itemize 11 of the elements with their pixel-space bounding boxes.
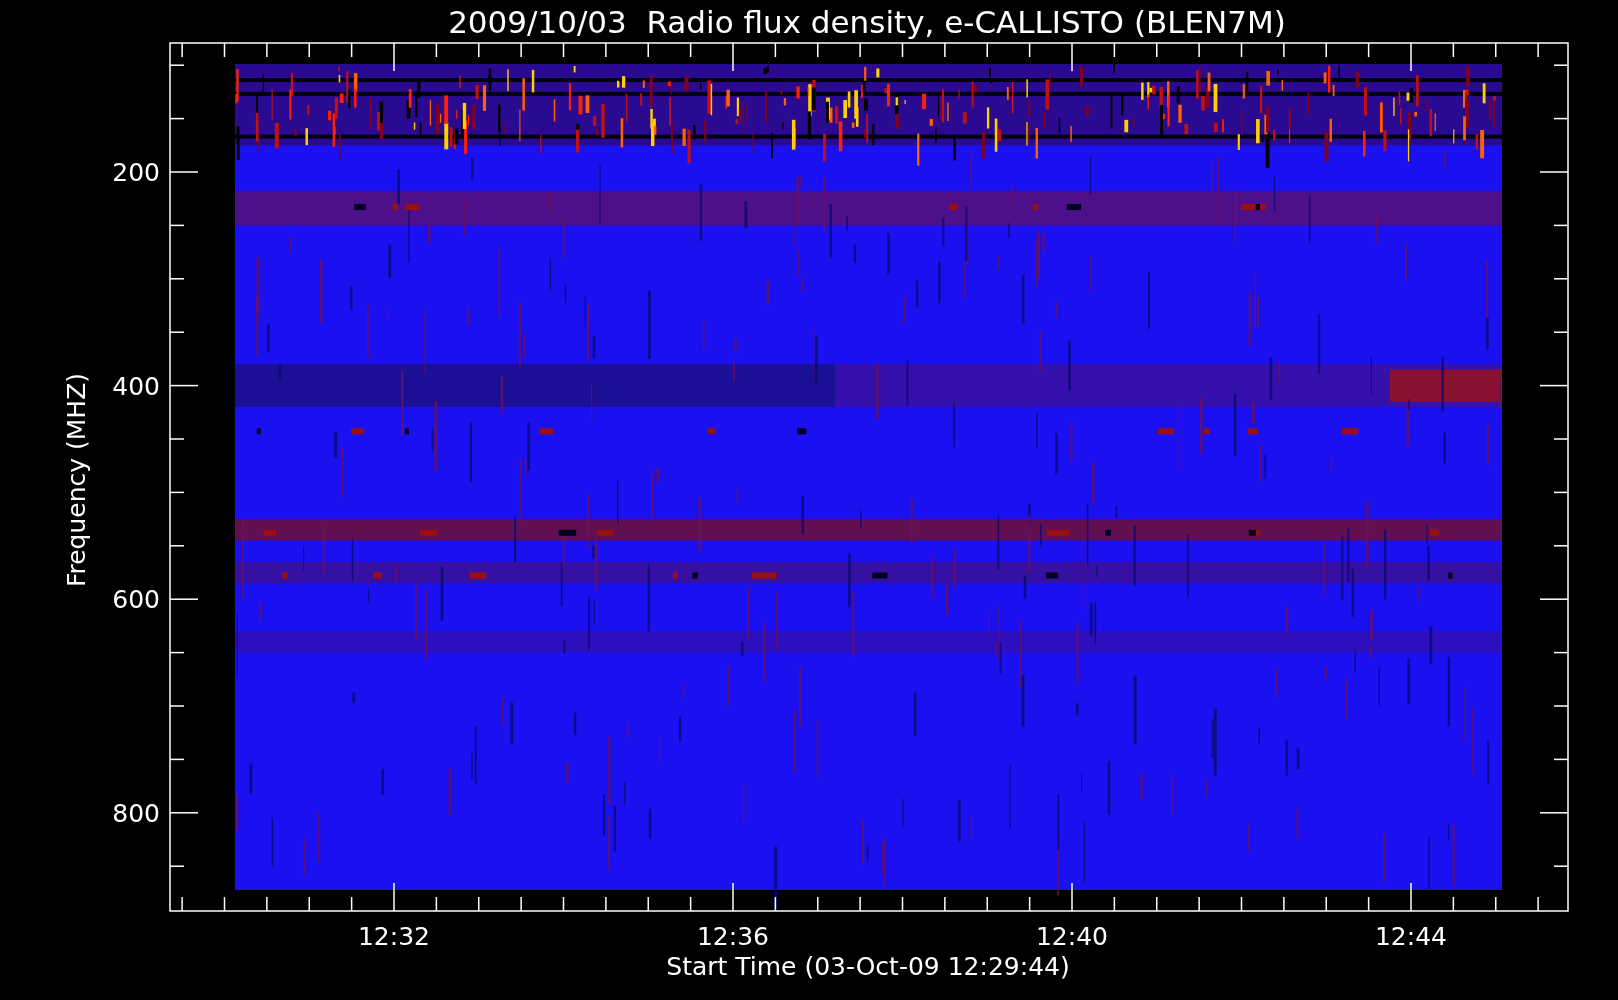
axis-label: Start Time (03-Oct-09 12:29:44) — [666, 952, 1070, 981]
tick-label: 12:32 — [358, 922, 430, 951]
tick-label: 800 — [112, 798, 160, 828]
tick-label: 12:44 — [1375, 922, 1447, 951]
tick-label: 12:36 — [697, 922, 769, 951]
tick-label: 200 — [112, 158, 160, 187]
axis-label: Frequency (MHZ) — [62, 372, 91, 588]
tick-label: 600 — [112, 585, 160, 615]
tick-label: 400 — [112, 371, 160, 401]
plot-title: 2009/10/03 Radio flux density, e-CALLISTO (BLEN7M) — [448, 4, 1286, 40]
tick-label: 12:40 — [1036, 922, 1108, 951]
